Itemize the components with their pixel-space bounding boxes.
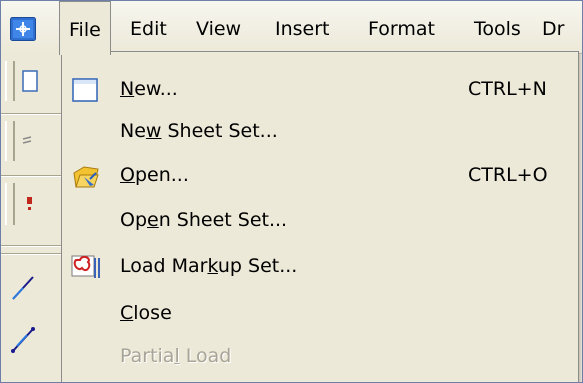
toolbar-layers-icon[interactable] [17,127,47,157]
menu-item-partial-load: Partial Load [62,335,578,377]
toolbar-separator [1,245,61,247]
menu-item-label: Open... [120,164,189,186]
left-toolbar [1,53,61,382]
menu-item-new-sheet-set[interactable]: New Sheet Set... [62,110,578,152]
shortcut-label: CTRL+O [468,164,548,186]
toolbar-grip[interactable] [5,61,15,101]
menu-item-open[interactable]: Open... CTRL+O [62,154,578,196]
file-menu-dropdown: New... CTRL+N New Sheet Set... Open... C… [61,51,579,382]
open-folder-icon [73,166,99,188]
menu-item-open-sheet-set[interactable]: Open Sheet Set... [62,199,578,241]
polyline-tool-icon[interactable] [9,325,39,355]
menu-item-close[interactable]: Close [62,292,578,334]
app-icon[interactable] [10,17,36,41]
application-window: File Edit View Insert Format Tools Dr Ne… [0,0,583,383]
shortcut-label: CTRL+N [468,78,547,100]
toolbar-point-icon[interactable] [17,191,47,221]
toolbar-grip[interactable] [5,121,15,161]
menu-item-new[interactable]: New... CTRL+N [62,68,578,110]
new-document-icon [72,78,98,102]
menu-draw[interactable]: Dr [533,1,573,53]
menu-item-label: Close [120,302,172,324]
line-tool-icon[interactable] [9,273,39,303]
menu-item-label: Partial Load [120,345,232,367]
menu-item-label: Load Markup Set... [120,255,298,277]
menu-bar: File Edit View Insert Format Tools Dr [1,1,582,55]
menu-item-label: Open Sheet Set... [120,209,288,231]
toolbar-separator [1,253,61,255]
menu-file[interactable]: File [59,1,111,55]
toolbar-button-icon[interactable] [17,67,47,97]
menu-item-load-markup-set[interactable]: Load Markup Set... [62,245,578,287]
markup-set-icon [71,255,100,278]
toolbar-grip[interactable] [5,183,15,225]
menu-view[interactable]: View [187,1,250,53]
menu-edit[interactable]: Edit [121,1,176,53]
menu-item-label: New Sheet Set... [120,120,278,142]
menu-tools[interactable]: Tools [465,1,530,53]
toolbar-separator [1,175,61,177]
menu-insert[interactable]: Insert [266,1,339,53]
menu-format[interactable]: Format [359,1,444,53]
menu-item-label: New... [120,78,178,100]
toolbar-separator [1,113,61,115]
